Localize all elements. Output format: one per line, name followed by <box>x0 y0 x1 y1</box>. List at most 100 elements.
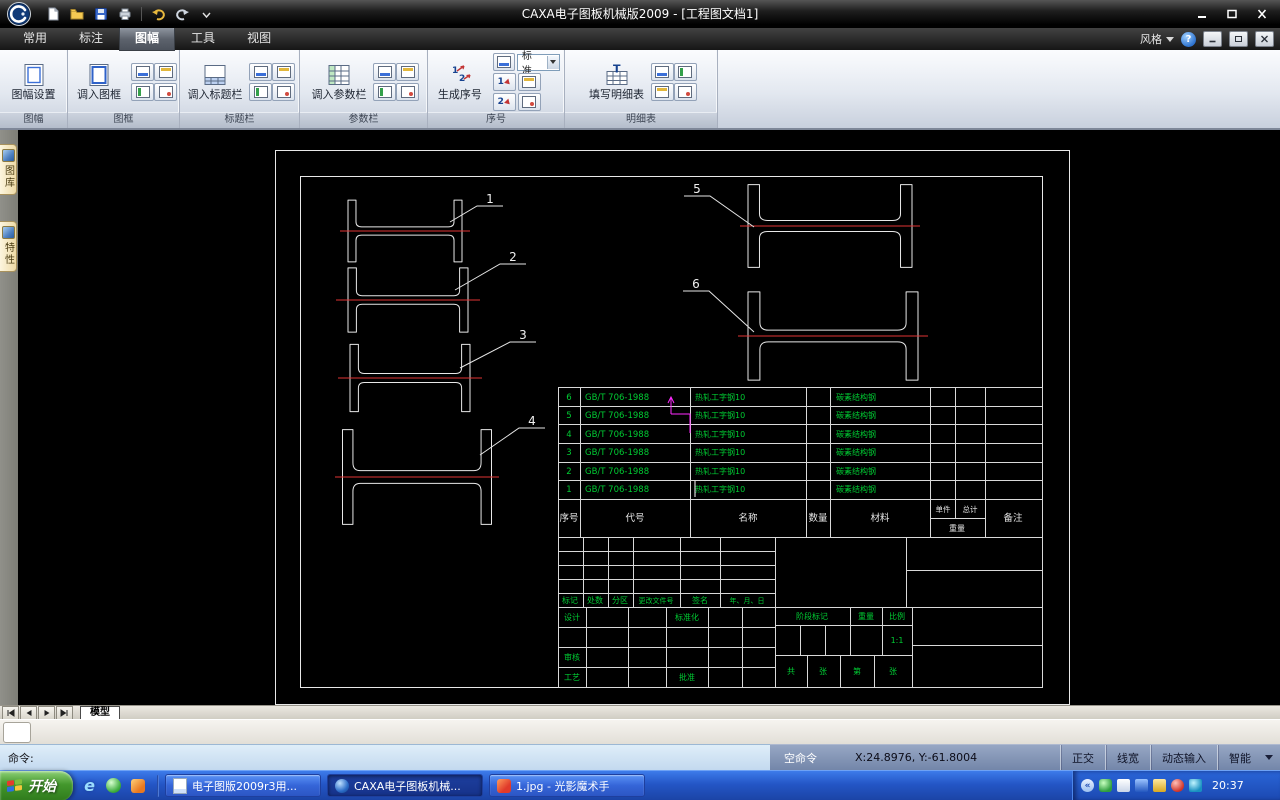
internet-explorer-icon[interactable]: e <box>80 776 99 795</box>
parambar-tool-button-4[interactable] <box>396 83 419 101</box>
tab-tufu[interactable]: 图幅 <box>120 26 175 50</box>
style-dropdown[interactable]: 风格 <box>1140 31 1174 47</box>
close-button[interactable] <box>1252 7 1272 21</box>
start-label: 开始 <box>28 778 56 795</box>
drawing-canvas-area[interactable]: 1 2 3 4 5 6 序号 代号 名称 数量 材料 单件 总计 重量 备注 6… <box>18 130 1280 705</box>
undo-button[interactable] <box>147 4 169 24</box>
command-input-box[interactable] <box>3 722 31 743</box>
titleblock-tool-button-1[interactable] <box>249 63 272 81</box>
tab-gongju[interactable]: 工具 <box>176 26 230 50</box>
parambar-tool-button-1[interactable] <box>373 63 396 81</box>
tray-icon-input-method[interactable] <box>1117 779 1130 792</box>
parambar-define-icon <box>377 66 392 78</box>
model-tab[interactable]: 模型 <box>80 705 120 720</box>
tab-changyong[interactable]: 常用 <box>8 26 62 50</box>
svg-text:备注: 备注 <box>1003 512 1023 524</box>
insert-titleblock-button[interactable]: 调入标题栏 <box>186 61 244 103</box>
insert-frame-button[interactable]: 调入图框 <box>72 61 126 103</box>
frame-tool-button-2[interactable] <box>154 63 177 81</box>
taskbar-button-caxa[interactable]: CAXA电子图板机械... <box>327 774 483 797</box>
bom-tool-button-3[interactable] <box>650 83 674 101</box>
seqnum-tool-button-4[interactable] <box>517 93 541 111</box>
undo-icon <box>151 9 165 21</box>
bom-tool-button-1[interactable] <box>650 63 674 81</box>
seqnum-tool-button-1[interactable]: 1 <box>492 73 516 91</box>
seqnum-style-button[interactable] <box>492 53 515 71</box>
snap-dropdown-button[interactable] <box>1262 755 1276 760</box>
new-file-button[interactable] <box>42 4 64 24</box>
bom-tool-button-4[interactable] <box>673 83 697 101</box>
prev-tab-button[interactable] <box>20 705 37 720</box>
taskbar-button-help-doc[interactable]: 电子图版2009r3用... <box>165 774 321 797</box>
save-button[interactable] <box>90 4 112 24</box>
qat-customize-dropdown[interactable] <box>195 4 217 24</box>
seqnum-tool-button-3[interactable]: 2 <box>492 93 516 111</box>
svg-text:GB/T 706-1988: GB/T 706-1988 <box>585 430 649 440</box>
panel-parambar: 调入参数栏 参数栏 <box>300 50 428 128</box>
minimize-button[interactable] <box>1192 7 1212 21</box>
sheet-settings-button[interactable]: 图幅设置 <box>5 61 63 103</box>
next-tab-button[interactable] <box>38 705 55 720</box>
titleblock-tool-button-4[interactable] <box>272 83 295 101</box>
panel-seqnum: 1 2 生成序号 标准 1 2 序号 <box>428 50 565 128</box>
ortho-toggle[interactable]: 正交 <box>1060 745 1105 770</box>
fill-bom-button[interactable]: T 填写明细表 <box>588 61 646 103</box>
titleblock-tool-button-2[interactable] <box>272 63 295 81</box>
frame-tool-button-1[interactable] <box>131 63 154 81</box>
insert-frame-label: 调入图框 <box>77 88 121 101</box>
tray-icon-network[interactable] <box>1135 779 1148 792</box>
side-panel-strip: 图库 特性 <box>0 130 18 705</box>
seqnum-standard-combobox[interactable]: 标准 <box>516 51 560 77</box>
dynamic-input-toggle[interactable]: 动态输入 <box>1150 745 1217 770</box>
redo-button[interactable] <box>171 4 193 24</box>
svg-text:5: 5 <box>566 411 571 421</box>
last-tab-button[interactable] <box>56 705 73 720</box>
svg-text:4: 4 <box>566 430 571 440</box>
titleblock-tool-button-3[interactable] <box>249 83 272 101</box>
titleblock-fill-icon <box>253 86 268 98</box>
side-tab-library[interactable]: 图库 <box>0 144 17 195</box>
ribbon-empty-area <box>718 50 1280 128</box>
smart-snap-toggle[interactable]: 智能 <box>1217 745 1262 770</box>
open-folder-icon <box>70 9 84 20</box>
maximize-button[interactable] <box>1222 7 1242 21</box>
generate-seqnum-button[interactable]: 1 2 生成序号 <box>432 61 488 103</box>
seqnum-tool-button-2[interactable] <box>517 73 541 91</box>
tray-icon-update[interactable] <box>1153 779 1166 792</box>
help-button[interactable]: ? <box>1181 31 1196 47</box>
tray-icon-volume[interactable] <box>1189 779 1202 792</box>
parambar-tool-button-3[interactable] <box>373 83 396 101</box>
media-player-icon[interactable] <box>104 776 123 795</box>
taskbar-button-photo[interactable]: 1.jpg - 光影魔术手 <box>489 774 645 797</box>
tray-icon-antivirus[interactable] <box>1099 779 1112 792</box>
tab-biaozhu[interactable]: 标注 <box>64 26 118 50</box>
first-tab-button[interactable] <box>2 705 19 720</box>
tray-chevron-button[interactable]: « <box>1081 779 1094 792</box>
parambar-tool-button-2[interactable] <box>396 63 419 81</box>
bom-small-buttons <box>650 63 697 101</box>
command-prompt-area[interactable]: 命令: <box>0 744 770 770</box>
start-button[interactable]: 开始 <box>0 770 73 800</box>
windows-flag-icon <box>7 778 22 793</box>
side-tab-properties[interactable]: 特性 <box>0 221 17 272</box>
print-button[interactable] <box>114 4 136 24</box>
open-file-button[interactable] <box>66 4 88 24</box>
panel-label-titleblock: 标题栏 <box>180 112 299 128</box>
doc-minimize-button[interactable] <box>1203 31 1222 47</box>
paper-border <box>275 150 1070 705</box>
frame-tool-button-4[interactable] <box>154 83 177 101</box>
linewidth-toggle[interactable]: 线宽 <box>1105 745 1150 770</box>
frame-tool-button-3[interactable] <box>131 83 154 101</box>
doc-restore-button[interactable] <box>1229 31 1248 47</box>
doc-close-button[interactable] <box>1255 31 1274 47</box>
svg-text:碳素结构钢: 碳素结构钢 <box>836 392 876 402</box>
tab-shitu[interactable]: 视图 <box>232 26 286 50</box>
tray-icon-security[interactable] <box>1171 779 1184 792</box>
photo-tool-icon[interactable] <box>128 776 147 795</box>
bom-tool-button-2[interactable] <box>673 63 697 81</box>
application-menu-orb[interactable] <box>4 1 34 27</box>
status-bar: 命令: 空命令 X:24.8976, Y:-61.8004 正交 线宽 动态输入… <box>0 744 1280 770</box>
insert-parambar-button[interactable]: 调入参数栏 <box>310 61 368 103</box>
title-bar: CAXA电子图板机械版2009 - [工程图文档1] <box>0 0 1280 28</box>
side-tab-properties-label: 特性 <box>2 242 14 266</box>
